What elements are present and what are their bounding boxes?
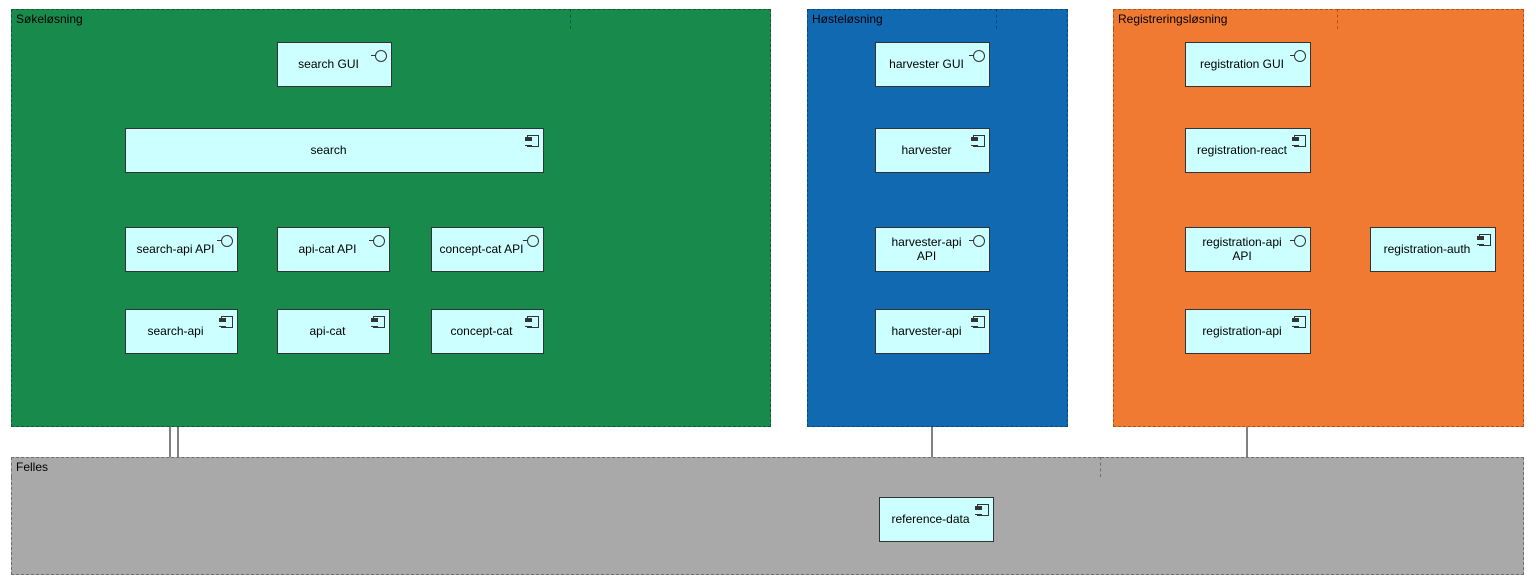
group-title: Felles [16, 460, 48, 474]
interface-icon [973, 49, 985, 61]
node-registration-api-api[interactable]: registration-api API [1185, 227, 1311, 272]
node-label: concept-cat API [439, 243, 523, 257]
node-concept-cat-api[interactable]: concept-cat API [431, 227, 544, 272]
node-label: registration-auth [1384, 243, 1471, 257]
component-icon [1294, 135, 1306, 147]
node-label: harvester-api [891, 325, 961, 339]
node-registration-react[interactable]: registration-react [1185, 128, 1311, 173]
node-label: registration-api [1202, 325, 1281, 339]
node-search[interactable]: search [125, 128, 544, 173]
node-search-api-api[interactable]: search-api API [125, 227, 238, 272]
node-label: api-cat [309, 325, 345, 339]
node-label: registration-react [1197, 144, 1287, 158]
component-icon [527, 316, 539, 328]
group-register: Registreringsløsning [1113, 9, 1524, 427]
interface-icon [1294, 234, 1306, 246]
component-icon [973, 316, 985, 328]
node-label: harvester GUI [889, 58, 964, 72]
component-icon [527, 135, 539, 147]
node-label: registration-api API [1192, 236, 1292, 264]
group-common: Felles [11, 457, 1524, 575]
node-label: registration GUI [1200, 58, 1284, 72]
diagram-canvas: { "groups":{ "search":{"title":"Søkeløsn… [0, 0, 1536, 585]
group-title: Høsteløsning [812, 12, 883, 26]
node-harvester-gui[interactable]: harvester GUI [875, 42, 990, 87]
node-registration-gui[interactable]: registration GUI [1185, 42, 1311, 87]
node-api-cat-api[interactable]: api-cat API [277, 227, 390, 272]
node-label: search [310, 144, 346, 158]
group-title: Registreringsløsning [1118, 12, 1227, 26]
interface-icon [973, 234, 985, 246]
node-harvester-api-api[interactable]: harvester-api API [875, 227, 990, 272]
interface-icon [373, 234, 385, 246]
group-title: Søkeløsning [16, 12, 83, 26]
node-label: search-api API [136, 243, 214, 257]
component-icon [973, 135, 985, 147]
node-label: reference-data [891, 513, 969, 527]
interface-icon [221, 234, 233, 246]
component-icon [1294, 316, 1306, 328]
node-label: concept-cat [450, 325, 512, 339]
node-api-cat[interactable]: api-cat [277, 309, 390, 354]
node-label: api-cat API [298, 243, 356, 257]
interface-icon [1294, 49, 1306, 61]
interface-icon [375, 49, 387, 61]
component-icon [221, 316, 233, 328]
node-reference-data[interactable]: reference-data [879, 497, 994, 542]
component-icon [977, 504, 989, 516]
node-harvester[interactable]: harvester [875, 128, 990, 173]
node-harvester-api[interactable]: harvester-api [875, 309, 990, 354]
node-registration-api[interactable]: registration-api [1185, 309, 1311, 354]
component-icon [373, 316, 385, 328]
node-label: harvester [901, 144, 951, 158]
node-label: search-api [147, 325, 203, 339]
node-search-api[interactable]: search-api [125, 309, 238, 354]
node-concept-cat[interactable]: concept-cat [431, 309, 544, 354]
node-label: harvester-api API [882, 236, 971, 264]
node-label: search GUI [298, 58, 359, 72]
interface-icon [527, 234, 539, 246]
node-search-gui[interactable]: search GUI [277, 42, 392, 87]
component-icon [1479, 234, 1491, 246]
node-registration-auth[interactable]: registration-auth [1370, 227, 1496, 272]
